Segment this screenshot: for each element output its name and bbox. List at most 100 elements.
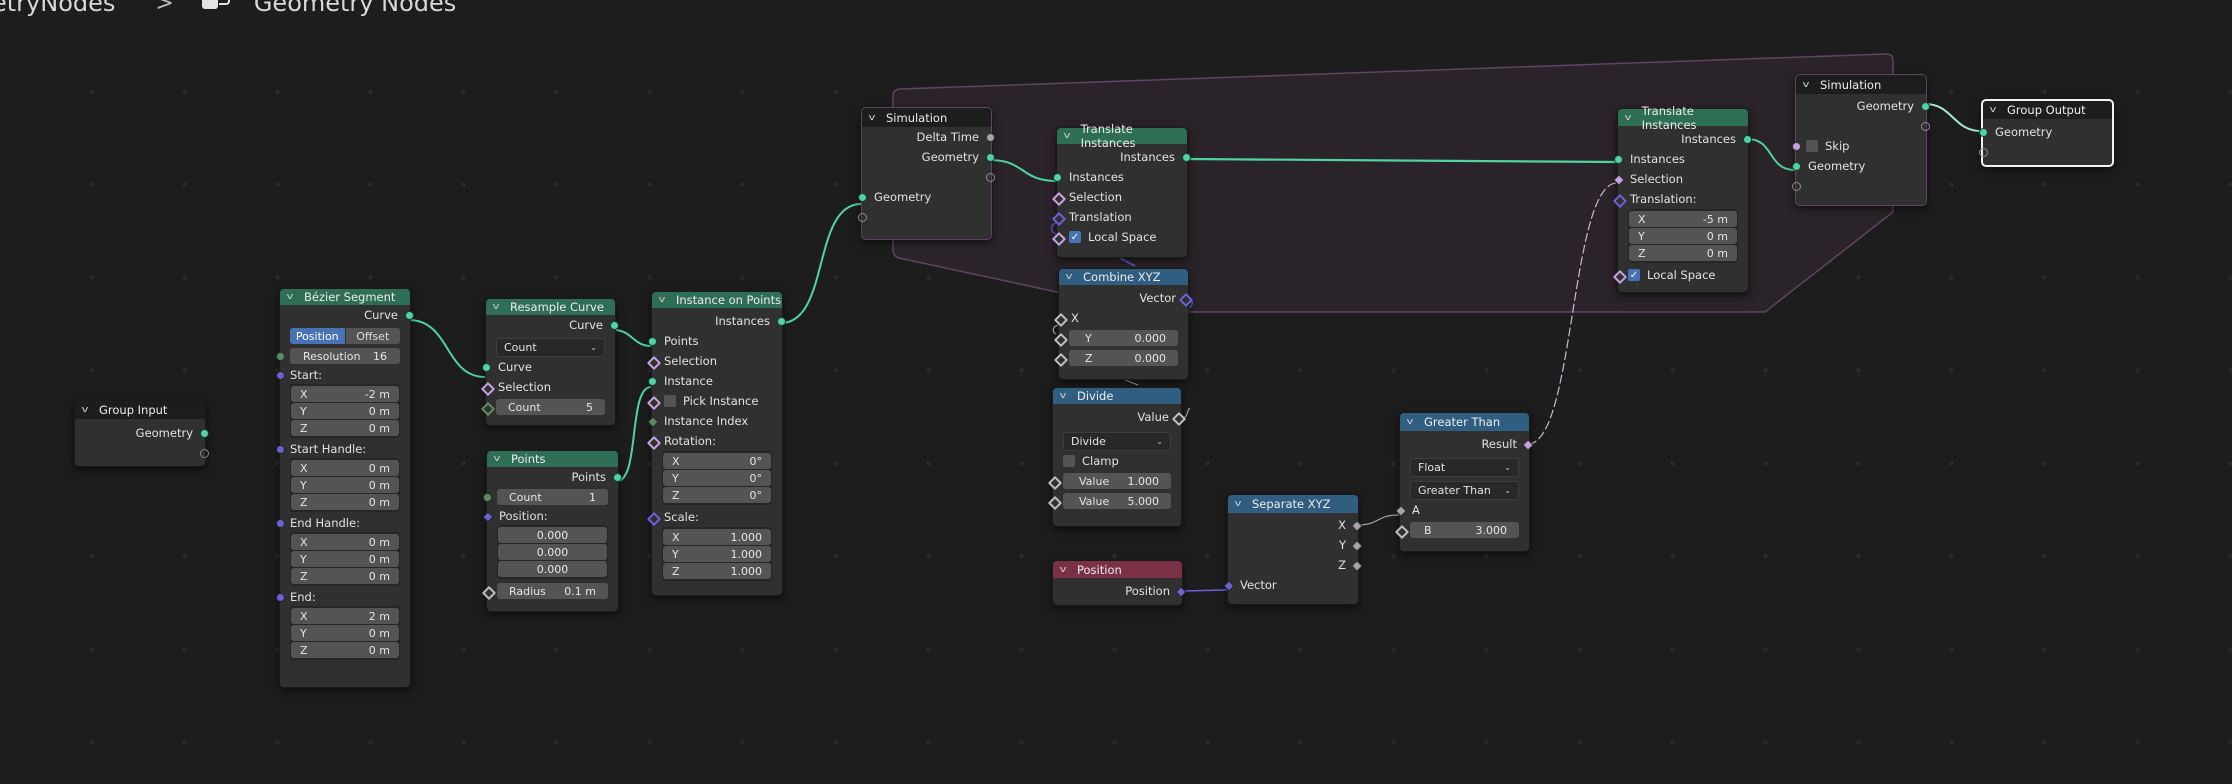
b-input-socket[interactable] [1394, 524, 1410, 540]
curve-output-socket[interactable] [610, 321, 619, 330]
empty-input-socket[interactable] [1792, 182, 1801, 191]
start-x-field[interactable]: X -2 m [291, 386, 399, 402]
node-bezier-segment[interactable]: v Bézier Segment Curve Position Offset Res… [276, 288, 414, 688]
node-greater-than[interactable]: v Greater Than Result Float ⌄ Greater Than… [1394, 412, 1534, 552]
x-input-socket[interactable] [1053, 312, 1069, 328]
translation-socket[interactable] [1612, 193, 1628, 209]
pick-instance-checkbox[interactable] [664, 395, 676, 407]
collapse-chevron-icon[interactable]: v [1235, 499, 1248, 509]
count-field[interactable]: Count 5 [496, 399, 605, 415]
resample-mode-dropdown[interactable]: Count ⌄ [496, 337, 605, 357]
instances-input-socket[interactable] [1614, 155, 1623, 164]
collapse-chevron-icon[interactable]: v [1060, 565, 1073, 575]
translation-socket[interactable] [1051, 211, 1067, 227]
rotation-y-field[interactable]: Y 0° [663, 470, 771, 486]
value2-socket[interactable] [1047, 495, 1063, 511]
resolution-socket[interactable] [276, 352, 285, 361]
b-field[interactable]: B 3.000 [1410, 522, 1519, 538]
local-space-socket[interactable] [1051, 231, 1067, 247]
geometry-socket[interactable] [200, 429, 209, 438]
selection-socket[interactable] [1613, 174, 1625, 186]
start-handle-z-field[interactable]: Z 0 m [291, 494, 399, 510]
mode-position-button[interactable]: Position [290, 328, 345, 344]
value1-socket[interactable] [1047, 475, 1063, 491]
geometry-input-socket[interactable] [1979, 128, 1988, 137]
local-space-socket[interactable] [1612, 269, 1628, 285]
local-space-checkbox[interactable]: ✓ [1628, 269, 1640, 281]
node-simulation-output[interactable]: v Simulation Geometry Skip Geometry [1792, 74, 1930, 206]
rotation-x-field[interactable]: X 0° [663, 453, 771, 469]
curve-socket[interactable] [405, 311, 414, 320]
y-input-socket[interactable] [1053, 332, 1069, 348]
y-field[interactable]: Y 0.000 [1069, 330, 1178, 346]
collapse-chevron-icon[interactable]: v [1064, 131, 1076, 141]
position-output-socket[interactable] [1175, 586, 1187, 598]
end-handle-socket[interactable] [276, 519, 285, 528]
data-type-dropdown[interactable]: Float ⌄ [1410, 457, 1519, 477]
count-socket[interactable] [480, 401, 496, 417]
node-position[interactable]: v Position Position [1052, 560, 1187, 606]
vector-input-socket[interactable] [1223, 580, 1235, 592]
empty-output-socket[interactable] [986, 173, 995, 182]
instances-output-socket[interactable] [1182, 153, 1191, 162]
node-group-input[interactable]: v Group Input Geometry [74, 400, 209, 467]
geometry-input-socket[interactable] [858, 193, 867, 202]
points-input-socket[interactable] [648, 337, 657, 346]
node-separate-xyz[interactable]: v Separate XYZ X Y Z Vector [1223, 494, 1363, 605]
rotation-socket[interactable] [646, 435, 662, 451]
start-handle-socket[interactable] [276, 445, 285, 454]
node-translate-instances-1[interactable]: v Translate Instances Instances Instances… [1051, 122, 1191, 258]
rotation-z-field[interactable]: Z 0° [663, 487, 771, 503]
collapse-chevron-icon[interactable]: v [494, 454, 507, 464]
z-output-socket[interactable] [1351, 560, 1363, 572]
skip-checkbox[interactable] [1806, 140, 1818, 152]
collapse-chevron-icon[interactable]: v [493, 302, 506, 312]
y-output-socket[interactable] [1351, 540, 1363, 552]
collapse-chevron-icon[interactable]: v [1625, 113, 1637, 123]
empty-output-socket[interactable] [1921, 122, 1930, 131]
a-input-socket[interactable] [1395, 505, 1407, 517]
empty-socket[interactable] [200, 449, 209, 458]
collapse-chevron-icon[interactable]: v [82, 405, 95, 415]
geometry-output-socket[interactable] [1921, 102, 1930, 111]
mode-offset-button[interactable]: Offset [345, 328, 400, 344]
translation-z-field[interactable]: Z 0 m [1629, 245, 1737, 261]
instances-output-socket[interactable] [1743, 135, 1752, 144]
instance-index-socket[interactable] [647, 416, 659, 428]
radius-socket[interactable] [481, 585, 497, 601]
node-resample-curve[interactable]: v Resample Curve Curve Count ⌄ Curve Selec… [480, 298, 619, 426]
scale-socket[interactable] [646, 511, 662, 527]
selection-socket[interactable] [480, 381, 496, 397]
end-handle-z-field[interactable]: Z 0 m [291, 568, 399, 584]
node-group-output[interactable]: v Group Output Geometry [1979, 99, 2114, 167]
instance-input-socket[interactable] [648, 377, 657, 386]
translation-y-field[interactable]: Y 0 m [1629, 228, 1737, 244]
collapse-chevron-icon[interactable]: v [1407, 417, 1420, 427]
position-z-field[interactable]: 0.000 [498, 561, 607, 577]
breadcrumb-object[interactable]: etryNodes [0, 0, 115, 17]
node-points[interactable]: v Points Points Count 1 Position: 0.000 0.… [481, 450, 622, 612]
count-field[interactable]: Count 1 [497, 489, 608, 505]
resolution-field[interactable]: Resolution 16 [290, 348, 400, 364]
empty-input-socket[interactable] [858, 213, 867, 222]
radius-field[interactable]: Radius 0.1 m [497, 583, 608, 599]
start-handle-y-field[interactable]: Y 0 m [291, 477, 399, 493]
end-y-field[interactable]: Y 0 m [291, 625, 399, 641]
clamp-checkbox[interactable] [1063, 455, 1075, 467]
x-output-socket[interactable] [1351, 520, 1363, 532]
end-handle-y-field[interactable]: Y 0 m [291, 551, 399, 567]
node-instance-on-points[interactable]: v Instance on Points Instances Points Sel… [646, 291, 786, 596]
vector-output-socket[interactable] [1178, 292, 1194, 308]
scale-z-field[interactable]: Z 1.000 [663, 563, 771, 579]
node-translate-instances-2[interactable]: v Translate Instances Instances Instances… [1612, 104, 1752, 293]
node-divide[interactable]: v Divide Value Divide ⌄ Clamp Value 1.000 V… [1047, 387, 1187, 527]
collapse-chevron-icon[interactable]: v [659, 295, 672, 305]
pick-instance-socket[interactable] [646, 395, 662, 411]
selection-socket[interactable] [646, 355, 662, 371]
start-socket[interactable] [276, 371, 285, 380]
end-socket[interactable] [276, 593, 285, 602]
translation-x-field[interactable]: X -5 m [1629, 211, 1737, 227]
position-x-field[interactable]: 0.000 [498, 527, 607, 543]
skip-socket[interactable] [1792, 142, 1801, 151]
start-z-field[interactable]: Z 0 m [291, 420, 399, 436]
